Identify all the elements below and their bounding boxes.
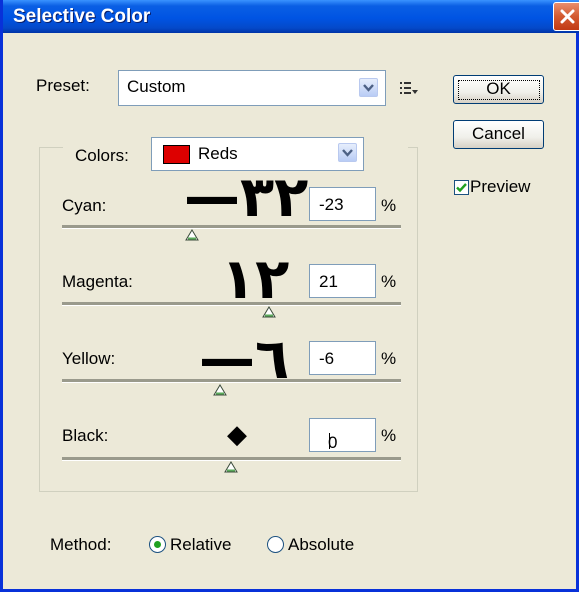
preset-options-button[interactable] (400, 80, 418, 100)
absolute-label: Absolute (288, 535, 355, 554)
yellow-value: -6 (319, 349, 335, 368)
triangle-up-icon[interactable] (262, 306, 276, 318)
title-bar[interactable]: Selective Color (3, 0, 579, 33)
colors-dropdown-button[interactable] (338, 143, 357, 162)
method-label: Method: (50, 535, 112, 554)
preset-select[interactable]: Custom (118, 70, 386, 106)
absolute-radio[interactable] (267, 536, 284, 553)
triangle-up-icon[interactable] (185, 229, 199, 241)
close-button[interactable] (553, 2, 579, 31)
relative-radio[interactable] (149, 536, 166, 553)
cyan-annotation: ٢٣— (184, 165, 309, 230)
chevron-down-icon (363, 84, 374, 92)
triangle-up-icon[interactable] (213, 384, 227, 396)
window-title: Selective Color (13, 6, 151, 27)
black-input[interactable]: 0 (309, 418, 376, 452)
magenta-input[interactable]: 21 (309, 264, 376, 298)
triangle-up-icon[interactable] (224, 461, 238, 473)
cyan-input[interactable]: -23 (309, 187, 376, 221)
magenta-slider-track[interactable] (62, 302, 401, 306)
colors-value: Reds (198, 144, 238, 163)
yellow-label: Yellow: (62, 349, 116, 368)
ok-focus-ring (458, 80, 540, 100)
cyan-value: -23 (319, 195, 344, 214)
selective-color-dialog: Selective Color Preset: Custom OK Cancel (0, 0, 579, 592)
preset-label: Preset: (36, 76, 90, 95)
close-icon (560, 9, 575, 24)
cyan-label: Cyan: (62, 196, 107, 215)
preset-dropdown-button[interactable] (359, 78, 378, 97)
cancel-button-label: Cancel (472, 124, 525, 143)
yellow-input[interactable]: -6 (309, 341, 376, 375)
black-unit: % (381, 426, 397, 445)
check-icon (456, 183, 467, 193)
cyan-unit: % (381, 196, 397, 215)
magenta-annotation: ٢١ (221, 247, 290, 312)
preview-label: Preview (470, 177, 531, 196)
preset-value: Custom (127, 77, 186, 96)
color-swatch (163, 145, 190, 164)
preview-checkbox[interactable] (454, 180, 469, 195)
black-label: Black: (62, 426, 109, 445)
yellow-slider-track[interactable] (62, 379, 401, 383)
black-annotation: ◆ (227, 419, 247, 449)
cyan-slider-track[interactable] (62, 225, 401, 229)
colors-label: Colors: (75, 146, 129, 165)
text-caret (329, 433, 330, 449)
magenta-value: 21 (319, 272, 338, 291)
cancel-button[interactable]: Cancel (453, 120, 544, 149)
magenta-unit: % (381, 272, 397, 291)
magenta-label: Magenta: (62, 272, 133, 291)
chevron-down-icon (342, 149, 353, 157)
radio-selected-dot (154, 541, 161, 548)
yellow-unit: % (381, 349, 397, 368)
relative-label: Relative (170, 535, 232, 554)
list-menu-icon (400, 82, 418, 94)
